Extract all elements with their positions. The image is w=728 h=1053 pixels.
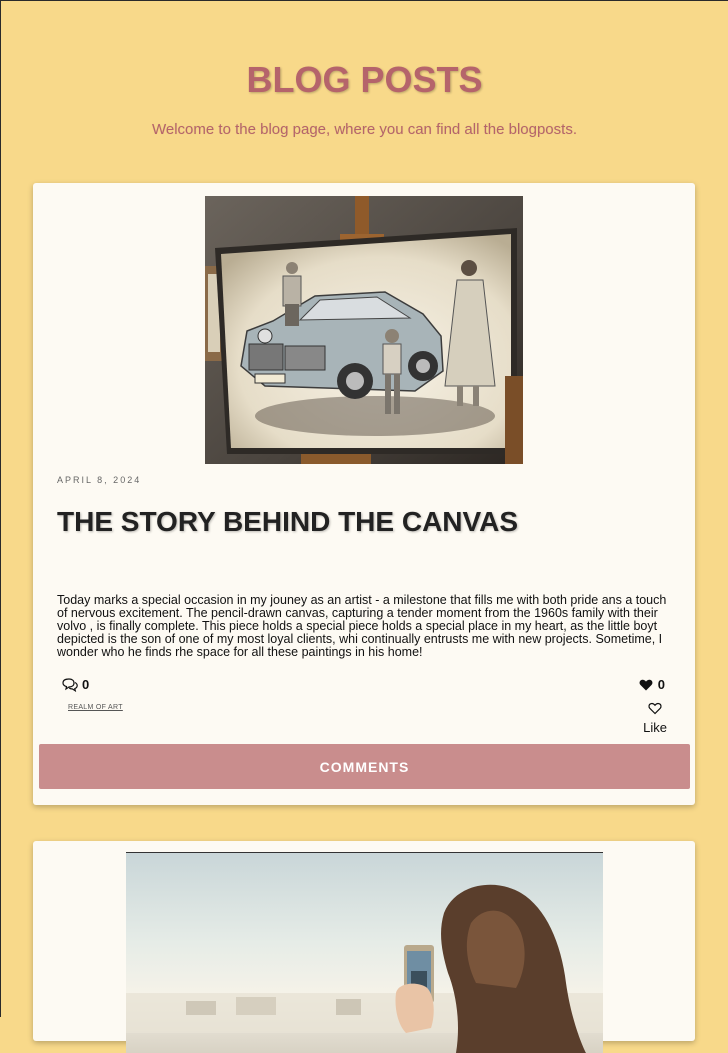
heart-outline-icon <box>648 702 662 715</box>
like-count-value: 0 <box>657 677 665 692</box>
comments-button[interactable]: COMMENTS <box>39 744 690 789</box>
category-link[interactable]: REALM OF ART <box>68 704 123 711</box>
comment-count: 0 <box>62 677 89 692</box>
blog-post-card: APRIL 8, 2024 THE STORY BEHIND THE CANVA… <box>33 183 695 805</box>
heart-filled-icon <box>639 679 653 690</box>
page-subtitle: Welcome to the blog page, where you can … <box>152 121 577 138</box>
post-excerpt: Today marks a special occasion in my jou… <box>57 593 667 659</box>
post-date: APRIL 8, 2024 <box>57 475 142 485</box>
post-image[interactable] <box>205 196 523 464</box>
like-button[interactable]: Like <box>643 702 667 735</box>
post-image[interactable] <box>126 852 603 1053</box>
woman-phone-photo-image <box>126 884 603 1053</box>
page-title: BLOG POSTS <box>246 59 483 100</box>
comment-count-value: 0 <box>82 677 90 692</box>
like-label: Like <box>643 720 667 735</box>
comments-icon <box>62 677 78 692</box>
like-count: 0 <box>639 677 665 692</box>
pencil-drawing-family-car-image <box>205 196 523 464</box>
post-title[interactable]: THE STORY BEHIND THE CANVAS <box>57 506 518 538</box>
blog-post-card <box>33 841 695 1053</box>
